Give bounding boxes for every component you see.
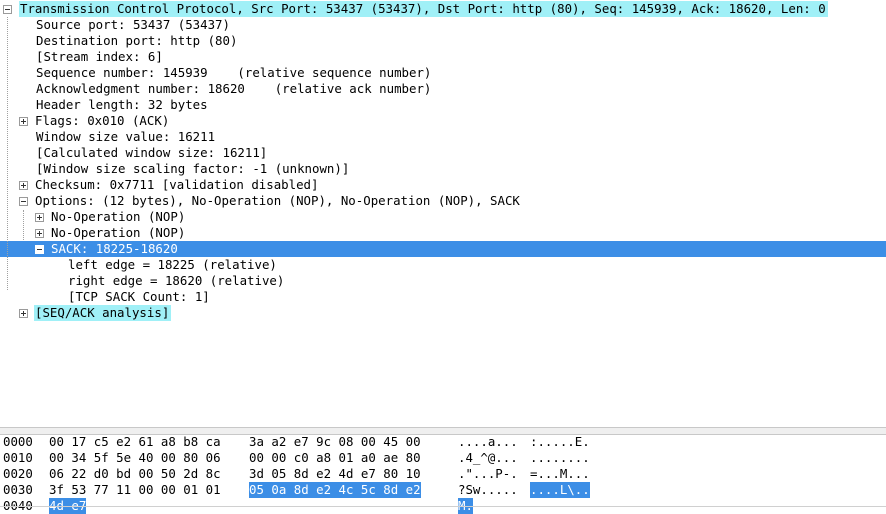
hex-ascii: .4_^@...	[458, 450, 518, 465]
tree-row[interactable]: [Stream index: 6]	[0, 49, 886, 65]
bottom-border	[0, 506, 886, 507]
hex-bytes: 3f 53 77 11 00 00 01 01	[49, 482, 221, 497]
hex-ascii: :.....E.	[530, 434, 590, 449]
hex-ascii-selected: ....L\..	[530, 482, 590, 498]
hex-ascii: ."...P-.	[458, 466, 518, 481]
tree-row-label: Source port: 53437 (53437)	[36, 17, 230, 32]
hex-bytes: 06 22 d0 bd 00 50 2d 8c	[49, 466, 221, 481]
tree-row-label: Options: (12 bytes), No-Operation (NOP),…	[35, 193, 520, 208]
tree-row-label: [Calculated window size: 16211]	[36, 145, 268, 160]
packet-details-tree: Transmission Control Protocol, Src Port:…	[0, 0, 886, 425]
tree-row-label: Sequence number: 145939 (relative sequen…	[36, 65, 432, 80]
tree-connector-line	[23, 210, 24, 240]
tree-row[interactable]: [Calculated window size: 16211]	[0, 145, 886, 161]
tree-row[interactable]: Destination port: http (80)	[0, 33, 886, 49]
collapse-icon[interactable]	[3, 5, 12, 14]
tree-row-label: SACK: 18225-18620	[51, 241, 178, 256]
tree-row-label: Header length: 32 bytes	[36, 97, 208, 112]
tree-row-label: Checksum: 0x7711 [validation disabled]	[35, 177, 319, 192]
tree-row[interactable]: No-Operation (NOP)	[0, 225, 886, 241]
tree-row-label: No-Operation (NOP)	[51, 209, 186, 224]
hex-ascii: =...M...	[530, 466, 590, 481]
hex-bytes: 00 00 c0 a8 01 a0 ae 80	[249, 450, 421, 465]
hex-bytes: 00 17 c5 e2 61 a8 b8 ca	[49, 434, 221, 449]
tree-connector-line	[7, 17, 8, 290]
expand-icon[interactable]	[19, 117, 28, 126]
hex-ascii: ....a...	[458, 434, 518, 449]
hex-bytes: 3d 05 8d e2 4d e7 80 10	[249, 466, 421, 481]
hex-bytes: 3a a2 e7 9c 08 00 45 00	[249, 434, 421, 449]
tree-row[interactable]: Sequence number: 145939 (relative sequen…	[0, 65, 886, 81]
tree-row[interactable]: Flags: 0x010 (ACK)	[0, 113, 886, 129]
tree-row-label: [TCP SACK Count: 1]	[68, 289, 210, 304]
tree-row[interactable]: [TCP SACK Count: 1]	[0, 289, 886, 305]
tree-row[interactable]: Options: (12 bytes), No-Operation (NOP),…	[0, 193, 886, 209]
hex-offset: 0010	[3, 450, 33, 465]
tree-row[interactable]: Header length: 32 bytes	[0, 97, 886, 113]
hex-offset: 0030	[3, 482, 33, 497]
collapse-icon[interactable]	[35, 245, 44, 254]
tree-row[interactable]: right edge = 18620 (relative)	[0, 273, 886, 289]
hex-offset: 0020	[3, 466, 33, 481]
expand-icon[interactable]	[35, 213, 44, 222]
tree-row-label: No-Operation (NOP)	[51, 225, 186, 240]
tree-row-label: Flags: 0x010 (ACK)	[35, 113, 170, 128]
collapse-icon[interactable]	[19, 197, 28, 206]
tree-row-label: left edge = 18225 (relative)	[68, 257, 277, 272]
tree-row[interactable]: No-Operation (NOP)	[0, 209, 886, 225]
hex-ascii: ........	[530, 450, 590, 465]
tree-row[interactable]: left edge = 18225 (relative)	[0, 257, 886, 273]
expand-icon[interactable]	[19, 181, 28, 190]
packet-bytes-pane: 0000 00 17 c5 e2 61 a8 b8 ca 3a a2 e7 9c 0…	[0, 434, 886, 514]
tree-row-label: [SEQ/ACK analysis]	[34, 305, 172, 321]
tree-row[interactable]: SACK: 18225-18620	[0, 241, 886, 257]
tree-row[interactable]: Transmission Control Protocol, Src Port:…	[0, 1, 886, 17]
hex-offset: 0000	[3, 434, 33, 449]
hex-bytes: 00 34 5f 5e 40 00 80 06	[49, 450, 221, 465]
tree-row[interactable]: [Window size scaling factor: -1 (unknown…	[0, 161, 886, 177]
tree-row-label: [Window size scaling factor: -1 (unknown…	[36, 161, 350, 176]
tree-row-label: Window size value: 16211	[36, 129, 216, 144]
tree-row[interactable]: Checksum: 0x7711 [validation disabled]	[0, 177, 886, 193]
tree-row-label: Transmission Control Protocol, Src Port:…	[19, 1, 828, 17]
tree-row-label: Acknowledgment number: 18620 (relative a…	[36, 81, 432, 96]
tree-row-label: Destination port: http (80)	[36, 33, 238, 48]
hex-ascii: ?Sw.....	[458, 482, 518, 497]
tree-row[interactable]: Window size value: 16211	[0, 129, 886, 145]
tree-row[interactable]: Acknowledgment number: 18620 (relative a…	[0, 81, 886, 97]
expand-icon[interactable]	[19, 309, 28, 318]
hex-bytes-selected: 05 0a 8d e2 4c 5c 8d e2	[249, 482, 421, 498]
tree-row-label: [Stream index: 6]	[36, 49, 163, 64]
expand-icon[interactable]	[35, 229, 44, 238]
tree-row-label: right edge = 18620 (relative)	[68, 273, 285, 288]
tree-row[interactable]: Source port: 53437 (53437)	[0, 17, 886, 33]
tree-row[interactable]: [SEQ/ACK analysis]	[0, 305, 886, 321]
